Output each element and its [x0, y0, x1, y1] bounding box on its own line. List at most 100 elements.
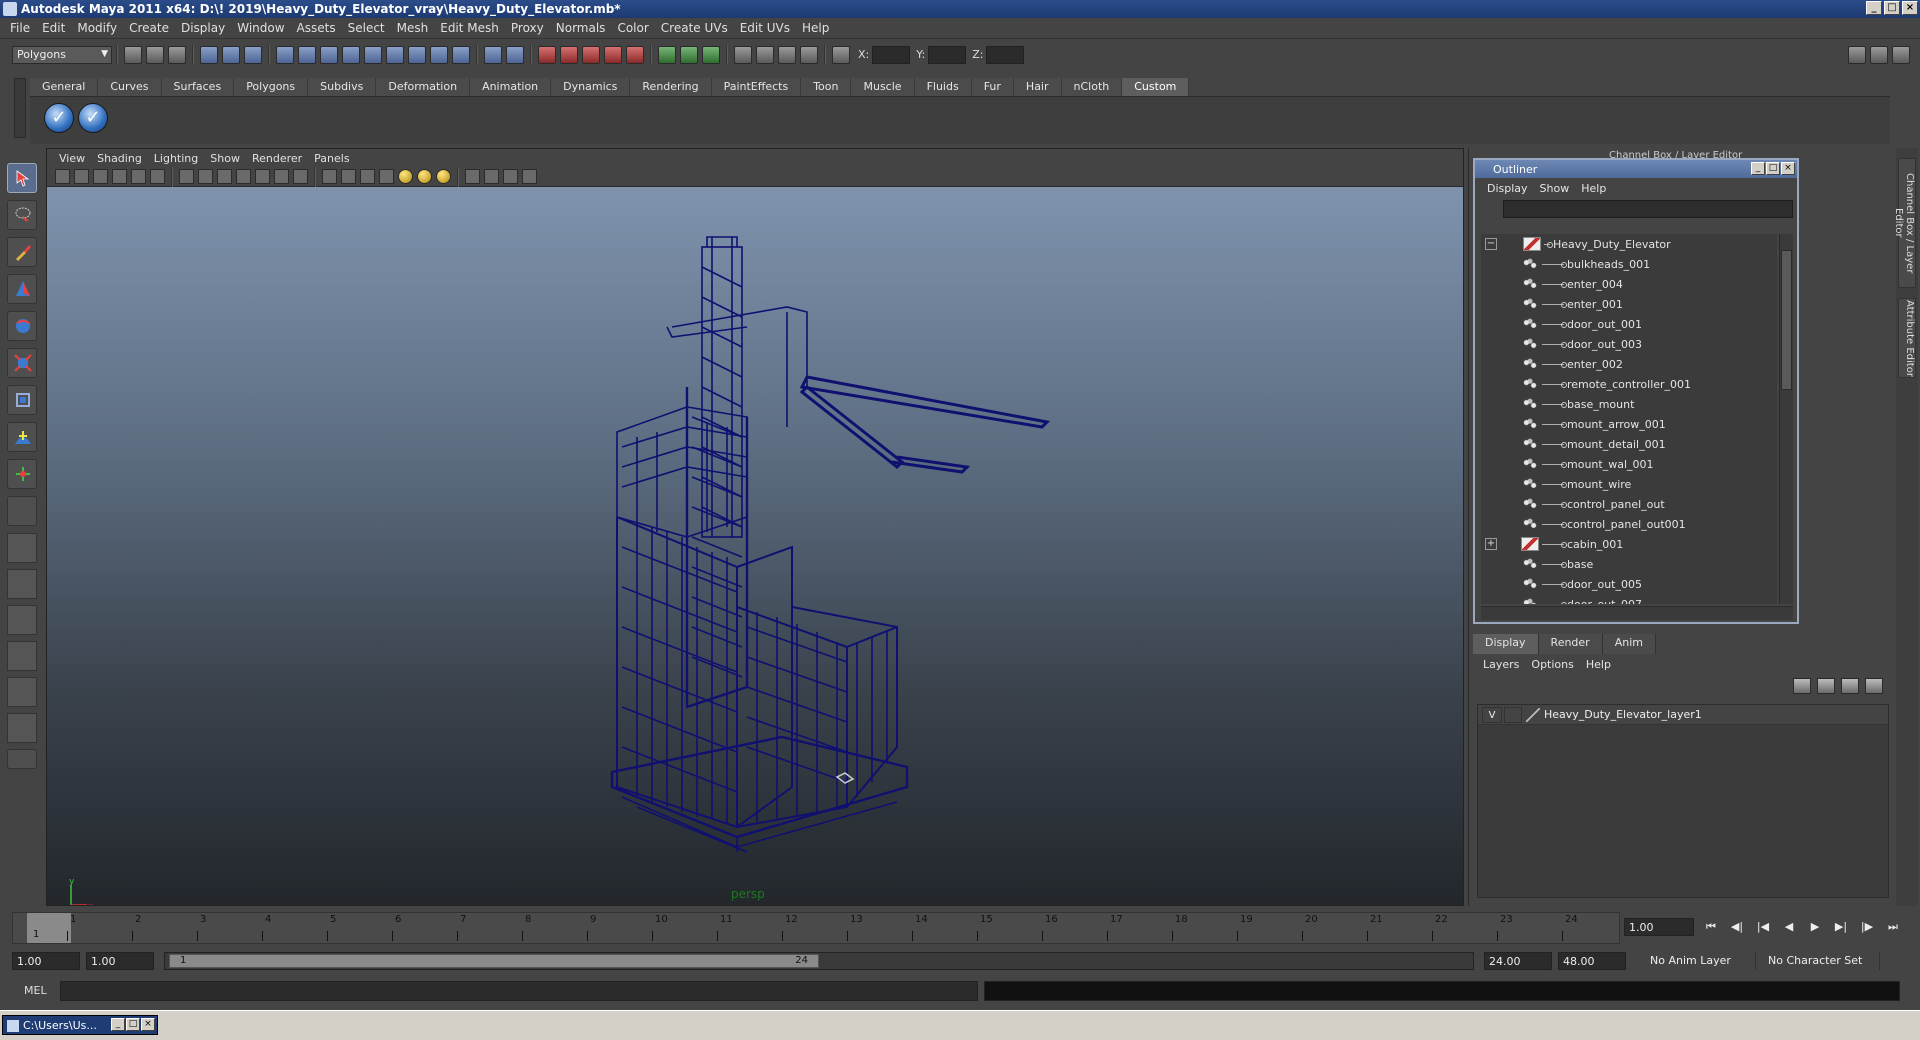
viewport-menu-shading[interactable]: Shading — [91, 152, 148, 165]
grease-pencil-icon[interactable] — [150, 169, 165, 184]
shelf-tab-animation[interactable]: Animation — [470, 78, 552, 96]
outliner-item[interactable]: door_out_001 — [1481, 314, 1777, 334]
shelf-tab-deformation[interactable]: Deformation — [376, 78, 471, 96]
soft-modification-tool[interactable] — [7, 422, 37, 452]
shelf-tab-fur[interactable]: Fur — [971, 78, 1014, 96]
outliner-item[interactable]: remote_controller_001 — [1481, 374, 1777, 394]
snap-curve-icon[interactable] — [560, 45, 578, 64]
new-layer-icon[interactable] — [1841, 678, 1859, 694]
menu-set-dropdown[interactable]: Polygons ▼ — [12, 45, 112, 64]
outliner-item[interactable]: mount_wal_001 — [1481, 454, 1777, 474]
step-forward-key-icon[interactable]: |▶ — [1856, 918, 1878, 936]
shelf-tab-subdivs[interactable]: Subdivs — [308, 78, 377, 96]
paint-select-tool[interactable] — [7, 237, 37, 267]
wireframe-icon[interactable] — [322, 169, 337, 184]
outliner-item[interactable]: base_mount — [1481, 394, 1777, 414]
pick-curves-icon[interactable] — [342, 45, 360, 64]
outliner-menu-show[interactable]: Show — [1534, 182, 1576, 195]
start-time-field[interactable]: 1.00 — [12, 952, 80, 970]
layer-tab-display[interactable]: Display — [1473, 634, 1539, 654]
render-view-icon[interactable] — [734, 45, 752, 64]
mel-label[interactable]: MEL — [24, 984, 47, 997]
last-used-tool[interactable] — [7, 496, 37, 526]
minimize-button[interactable]: _ — [1866, 1, 1882, 15]
resolution-gate-icon[interactable] — [217, 169, 232, 184]
pick-mask-icon[interactable] — [276, 45, 294, 64]
shelf-tab-painteffects[interactable]: PaintEffects — [711, 78, 802, 96]
outliner-item[interactable]: mount_arrow_001 — [1481, 414, 1777, 434]
highlight-selection-icon[interactable] — [506, 45, 524, 64]
move-tool[interactable] — [7, 274, 37, 304]
menu-create[interactable]: Create — [123, 21, 175, 35]
shelf-tab-hair[interactable]: Hair — [1013, 78, 1062, 96]
taskbar-window-button[interactable]: C:\Users\Us... _ □ × — [2, 1015, 158, 1035]
shadows-icon[interactable] — [436, 169, 451, 184]
taskbar-close-button[interactable]: × — [141, 1018, 155, 1031]
shelf-tab-polygons[interactable]: Polygons — [234, 78, 309, 96]
close-button[interactable]: × — [1902, 1, 1918, 15]
pick-joints-icon[interactable] — [320, 45, 338, 64]
shelf-tab-curves[interactable]: Curves — [98, 78, 162, 96]
pick-dynamics-icon[interactable] — [408, 45, 426, 64]
layer-tab-anim[interactable]: Anim — [1602, 634, 1656, 654]
persp-graph-layout-icon[interactable] — [7, 641, 37, 671]
anim-start-field[interactable]: 1.00 — [86, 952, 154, 970]
smooth-shade-icon[interactable] — [341, 169, 356, 184]
save-scene-icon[interactable] — [168, 45, 186, 64]
menu-edit-mesh[interactable]: Edit Mesh — [434, 21, 505, 35]
xray-joints-icon[interactable] — [503, 169, 518, 184]
menu-file[interactable]: File — [4, 21, 36, 35]
x-field[interactable] — [872, 45, 911, 64]
step-back-key-icon[interactable]: ◀| — [1726, 918, 1748, 936]
outliner-item[interactable]: enter_001 — [1481, 294, 1777, 314]
character-set-dropdown[interactable]: No Character Set — [1764, 952, 1880, 970]
menu-select[interactable]: Select — [342, 21, 391, 35]
custom-shelf-button-2[interactable]: ✓ — [78, 103, 108, 133]
history-output-icon[interactable] — [680, 45, 698, 64]
shelf-tab-custom[interactable]: Custom — [1122, 78, 1190, 96]
anim-layer-dropdown[interactable]: No Anim Layer — [1646, 952, 1756, 970]
pick-misc-icon[interactable] — [452, 45, 470, 64]
tool-settings-toggle-icon[interactable] — [1870, 45, 1888, 64]
outliner-item[interactable]: mount_wire — [1481, 474, 1777, 494]
layer-menu-options[interactable]: Options — [1525, 658, 1579, 671]
shelf-tab-fluids[interactable]: Fluids — [914, 78, 972, 96]
outliner-filter-input[interactable] — [1503, 200, 1793, 218]
outliner-item[interactable]: + cabin_001 — [1481, 534, 1777, 554]
four-pane-layout-icon[interactable] — [7, 569, 37, 599]
outliner-item[interactable]: control_panel_out001 — [1481, 514, 1777, 534]
expand-toggle-icon[interactable]: − — [1485, 238, 1497, 250]
absolute-transform-icon[interactable] — [832, 45, 850, 64]
custom-shelf-button-1[interactable]: ✓ — [44, 103, 74, 133]
menu-assets[interactable]: Assets — [291, 21, 342, 35]
go-to-start-icon[interactable]: ⏮ — [1700, 918, 1722, 936]
render-current-frame-icon[interactable] — [756, 45, 774, 64]
range-slider[interactable]: 1 24 — [164, 952, 1474, 970]
maximize-button[interactable]: □ — [1884, 1, 1900, 15]
menu-edit-uvs[interactable]: Edit UVs — [734, 21, 796, 35]
single-pane-layout-icon[interactable] — [7, 533, 37, 563]
construction-history-icon[interactable] — [702, 45, 720, 64]
new-layer-from-selection-icon[interactable] — [1865, 678, 1883, 694]
safe-title-icon[interactable] — [293, 169, 308, 184]
outliner-item[interactable]: − Heavy_Duty_Elevator — [1481, 234, 1777, 254]
side-tab-attribute-editor[interactable]: Attribute Editor — [1898, 298, 1916, 378]
outliner-close-button[interactable]: × — [1781, 162, 1795, 175]
step-back-frame-icon[interactable]: |◀ — [1752, 918, 1774, 936]
outliner-minimize-button[interactable]: _ — [1751, 162, 1765, 175]
snap-plane-icon[interactable] — [604, 45, 622, 64]
scale-tool[interactable] — [7, 348, 37, 378]
layer-playback-toggle[interactable] — [1504, 706, 1522, 723]
shelf-tab-dynamics[interactable]: Dynamics — [551, 78, 631, 96]
outliner-item[interactable]: mount_detail_001 — [1481, 434, 1777, 454]
pick-surfaces-icon[interactable] — [364, 45, 382, 64]
textured-icon[interactable] — [379, 169, 394, 184]
menu-normals[interactable]: Normals — [550, 21, 612, 35]
menu-display[interactable]: Display — [175, 21, 231, 35]
taskbar-maximize-button[interactable]: □ — [126, 1018, 140, 1031]
image-plane-icon[interactable] — [112, 169, 127, 184]
layer-row[interactable]: V Heavy_Duty_Elevator_layer1 — [1478, 705, 1888, 725]
universal-manipulator-tool[interactable] — [7, 385, 37, 415]
menu-create-uvs[interactable]: Create UVs — [655, 21, 734, 35]
outliner-menu-help[interactable]: Help — [1575, 182, 1612, 195]
